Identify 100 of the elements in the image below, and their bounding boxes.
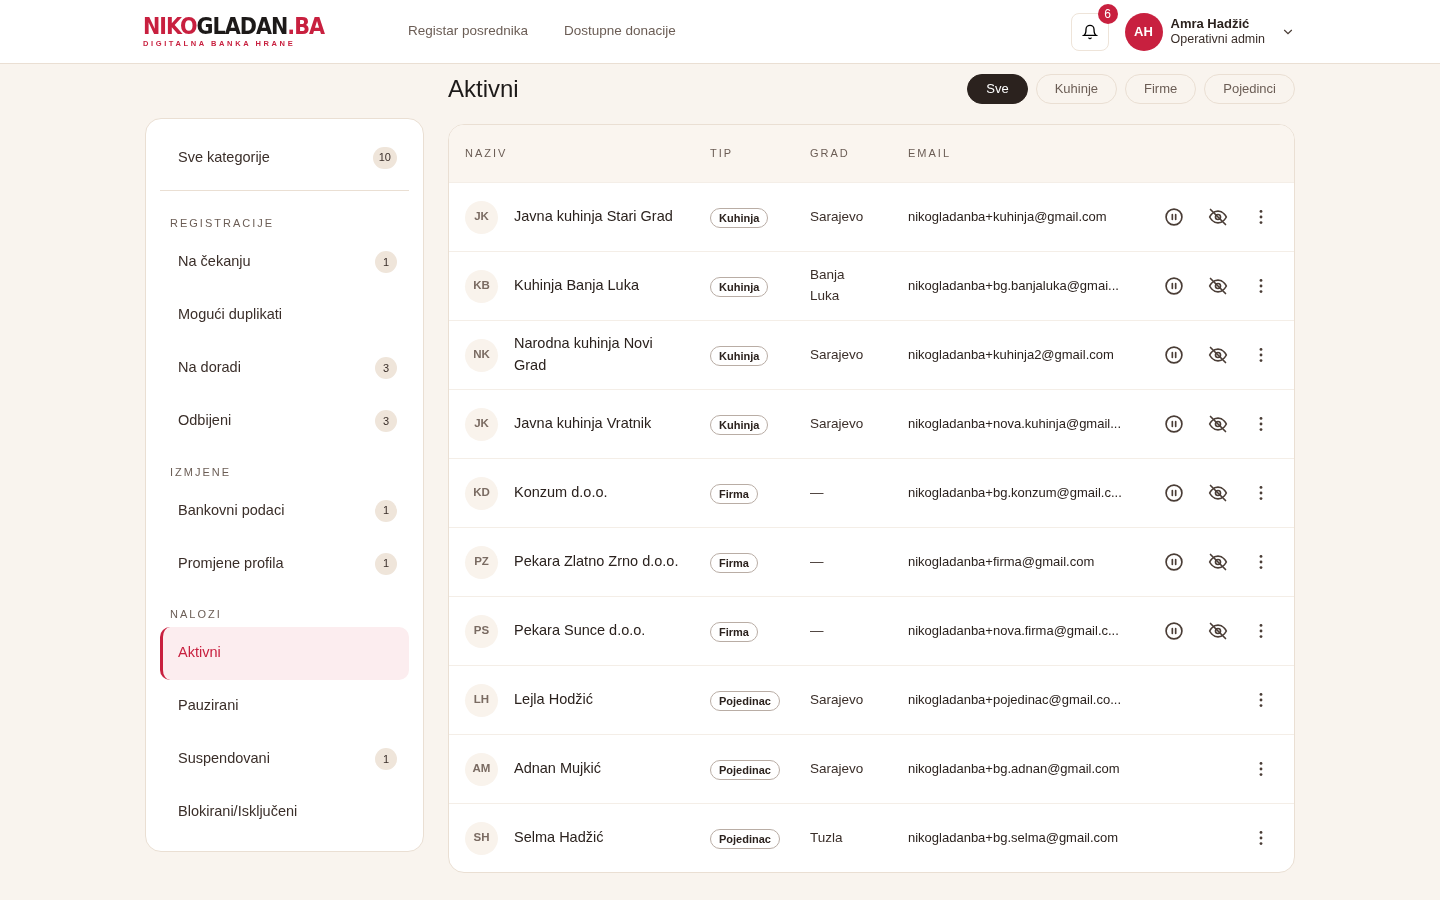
column-header: EMAIL — [908, 146, 952, 162]
more-vertical-icon — [1259, 762, 1263, 776]
initials-avatar: NK — [465, 338, 498, 372]
city-cell-text: — — [810, 483, 825, 502]
more-vertical-icon — [1259, 279, 1263, 293]
sidebar-item-label: Sve kategorije — [178, 147, 270, 167]
page-title: Aktivni — [448, 74, 519, 104]
eye-off-icon — [1208, 276, 1228, 296]
sidebar-item[interactable]: Na čekanju 1 — [160, 235, 409, 289]
email-cell-text: nikogladanba+nova.firma@gmail.c... — [908, 622, 1120, 641]
filter-tab[interactable]: Sve — [967, 74, 1028, 104]
city-cell-text: Banja Luka — [810, 266, 846, 305]
pause-button[interactable] — [1164, 414, 1184, 434]
sidebar-item-label: Na čekanju — [178, 252, 251, 272]
initials-avatar: LH — [465, 683, 498, 717]
city-cell-text: Tuzla — [810, 828, 844, 847]
user-avatar: AH — [1124, 12, 1163, 51]
nav-link[interactable]: Dostupne donacije — [564, 21, 676, 42]
logo-wordmark: NIKOGLADAN.BA — [143, 15, 324, 39]
sidebar-item[interactable]: Mogući duplikati — [160, 288, 409, 342]
sidebar-item-label: Na doradi — [178, 358, 241, 378]
more-vertical-icon — [1259, 555, 1263, 569]
name-cell-text: Javna kuhinja Vratnik — [514, 414, 652, 434]
email-cell-text: nikogladanba+bg.banjaluka@gmai... — [908, 277, 1120, 296]
initials-avatar: AM — [465, 752, 498, 786]
sidebar-item[interactable]: Sve kategorije 10 — [160, 131, 409, 184]
sidebar-item[interactable]: Blokirani/Isključeni — [160, 785, 409, 839]
pause-button[interactable] — [1164, 345, 1184, 365]
hide-button[interactable] — [1208, 552, 1228, 572]
sidebar-item[interactable]: Pauzirani — [160, 679, 409, 733]
column-header: TIP — [710, 146, 735, 162]
name-cell-text: Javna kuhinja Stari Grad — [514, 207, 673, 227]
sidebar-item[interactable]: Suspendovani 1 — [160, 732, 409, 786]
nav-link[interactable]: Registar posrednika — [407, 21, 529, 42]
pause-button[interactable] — [1164, 621, 1184, 641]
notification-count-badge: 6 — [1097, 3, 1118, 24]
pause-button[interactable] — [1164, 276, 1184, 296]
count-badge: 1 — [375, 251, 397, 273]
more-vertical-icon — [1259, 624, 1263, 638]
eye-off-icon — [1208, 621, 1228, 641]
sidebar-item[interactable]: Na doradi 3 — [160, 341, 409, 395]
pause-icon — [1164, 414, 1184, 434]
pause-button[interactable] — [1164, 207, 1184, 227]
sidebar-item-label: Bankovni podaci — [178, 500, 285, 520]
more-vertical-icon — [1259, 831, 1263, 845]
user-role: Operativni admin — [1170, 31, 1265, 47]
initials-avatar: JK — [465, 200, 498, 234]
sidebar-item[interactable]: Bankovni podaci 1 — [160, 484, 409, 537]
eye-off-icon — [1208, 414, 1228, 434]
pause-icon — [1164, 345, 1184, 365]
more-vertical-icon — [1259, 348, 1263, 362]
email-cell-text: nikogladanba+kuhinja@gmail.com — [908, 208, 1108, 227]
hide-button[interactable] — [1208, 207, 1228, 227]
email-cell-text: nikogladanba+firma@gmail.com — [908, 553, 1096, 572]
sidebar-item-label: Suspendovani — [178, 749, 270, 769]
name-cell-text: Lejla Hodžić — [514, 690, 593, 710]
name-cell-text: Adnan Mujkić — [514, 759, 602, 779]
sidebar-item-label: Promjene profila — [178, 553, 284, 573]
initials-avatar: PS — [465, 614, 498, 648]
email-cell-text: nikogladanba+kuhinja2@gmail.com — [908, 346, 1115, 365]
name-cell-text: Pekara Zlatno Zrno d.o.o. — [514, 552, 679, 572]
name-cell-text: Konzum d.o.o. — [514, 483, 608, 503]
sidebar-item[interactable]: Promjene profila 1 — [160, 537, 409, 590]
section-heading: REGISTRACIJE — [169, 216, 276, 231]
hide-button[interactable] — [1208, 621, 1228, 641]
more-vertical-icon — [1259, 417, 1263, 431]
city-cell-text: — — [810, 621, 825, 640]
initials-avatar: KB — [465, 269, 498, 303]
count-badge: 3 — [375, 410, 397, 432]
name-cell-text: Pekara Sunce d.o.o. — [514, 621, 646, 641]
user-name: Amra Hadžić — [1170, 16, 1251, 32]
pause-button[interactable] — [1164, 552, 1184, 572]
eye-off-icon — [1208, 207, 1228, 227]
initials-avatar: JK — [465, 407, 498, 441]
pause-button[interactable] — [1164, 483, 1184, 503]
hide-button[interactable] — [1208, 345, 1228, 365]
count-badge: 1 — [375, 748, 397, 770]
initials-avatar: PZ — [465, 545, 498, 579]
pause-icon — [1164, 207, 1184, 227]
pause-icon — [1164, 621, 1184, 641]
count-badge: 1 — [375, 552, 397, 575]
hide-button[interactable] — [1208, 483, 1228, 503]
email-cell-text: nikogladanba+bg.konzum@gmail.c... — [908, 484, 1123, 503]
sidebar-item[interactable]: Aktivni — [160, 626, 409, 680]
name-cell-text: Narodna kuhinja Novi Grad — [514, 334, 654, 375]
eye-off-icon — [1208, 345, 1228, 365]
hide-button[interactable] — [1208, 414, 1228, 434]
eye-off-icon — [1208, 552, 1228, 572]
count-badge: 3 — [375, 357, 397, 379]
column-header: GRAD — [810, 146, 851, 162]
section-heading: NALOZI — [169, 607, 223, 622]
initials-avatar: SH — [465, 821, 498, 855]
name-cell-text: Selma Hadžić — [514, 828, 604, 848]
hide-button[interactable] — [1208, 276, 1228, 296]
email-cell-text: nikogladanba+nova.kuhinja@gmail... — [908, 415, 1123, 434]
count-badge: 1 — [375, 499, 397, 522]
email-cell-text: nikogladanba+bg.selma@gmail.com — [908, 829, 1120, 848]
more-vertical-icon — [1259, 486, 1263, 500]
email-cell-text: nikogladanba+bg.adnan@gmail.com — [908, 760, 1121, 779]
sidebar-item[interactable]: Odbijeni 3 — [160, 394, 409, 448]
